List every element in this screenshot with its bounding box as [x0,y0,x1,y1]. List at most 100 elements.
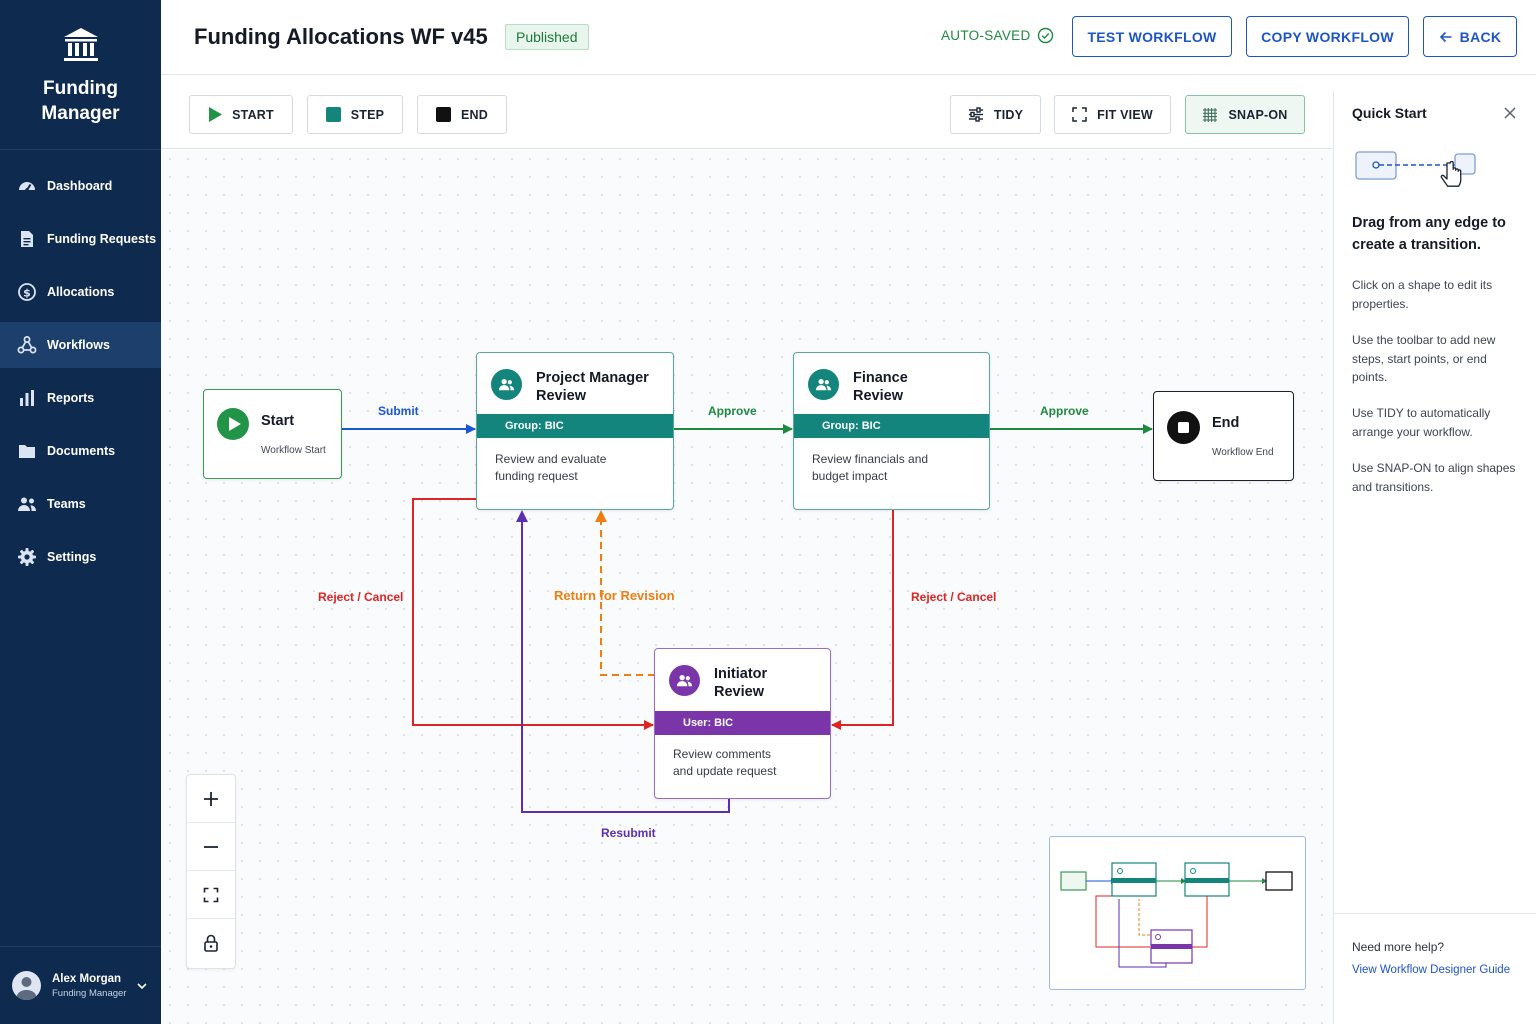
toolbar: START STEP END TIDY FIT VIEW SNAP-ON [161,76,1333,149]
dashboard-gauge-icon [19,182,35,192]
minimap[interactable] [1049,836,1306,990]
sidebar-item-label: Funding Requests [47,232,157,246]
header: Funding Allocations WF v45 Published AUT… [161,0,1536,75]
workflow-canvas[interactable]: Submit Approve Approve Reject / Cancel R… [161,150,1333,1024]
user-people-icon [669,665,700,696]
fit-view-corners-icon [1072,107,1087,122]
add-end-button[interactable]: END [417,95,507,134]
step-assignee-band: Group: BIC [477,414,673,438]
add-start-button[interactable]: START [189,95,293,134]
approve-label-1: Approve [708,404,757,418]
sliders-icon [968,107,983,122]
tidy-label: TIDY [993,107,1024,122]
sidebar-item-allocations[interactable]: $ Allocations [0,269,161,315]
svg-text:$: $ [23,286,31,299]
minimap-preview [1060,862,1293,968]
submit-label: Submit [378,404,419,418]
zoom-in-button[interactable] [187,775,235,823]
quick-start-tip: Use TIDY to automatically arrange your w… [1352,406,1491,439]
step-title: Project Manager Review [536,370,649,404]
back-button-label: BACK [1459,28,1502,45]
designer-guide-link[interactable]: View Workflow Designer Guide [1352,964,1510,976]
step-node-project-manager-review[interactable]: Project Manager Review Group: BIC Review… [476,352,674,510]
sidebar-item-dashboard[interactable]: Dashboard [0,163,161,209]
fit-screen-button[interactable] [187,871,235,919]
step-assignee-band: Group: BIC [794,414,989,438]
back-button[interactable]: BACK [1423,16,1517,57]
drag-transition-illustration [1355,151,1476,187]
add-end-label: END [461,107,488,122]
sidebar-item-teams[interactable]: Teams [0,481,161,527]
start-node-subtitle: Workflow Start [261,445,326,456]
status-badge: Published [505,24,589,50]
brand: Funding Manager [0,0,161,150]
test-workflow-button[interactable]: TEST WORKFLOW [1072,16,1232,57]
reject-transition-left[interactable] [412,498,654,730]
bank-icon [63,28,98,61]
group-people-icon [808,369,839,400]
page-title: Funding Allocations WF v45 [194,24,488,49]
minus-icon [204,845,218,848]
zoom-out-button[interactable] [187,823,235,871]
sidebar-item-label: Reports [47,391,95,405]
chevron-down-icon[interactable] [136,980,148,992]
document-icon [21,231,33,247]
sidebar-item-label: Documents [47,444,116,458]
quick-start-heading: Drag from any edge to create a transitio… [1352,215,1506,253]
fit-view-label: FIT VIEW [1097,107,1153,122]
folder-icon [19,445,35,458]
reject-label-left: Reject / Cancel [318,590,404,604]
quick-start-panel: Quick Start Drag from any edge to create… [1333,91,1536,1024]
sidebar-item-settings[interactable]: Settings [0,534,161,580]
reject-label-right: Reject / Cancel [911,590,997,604]
tidy-button[interactable]: TIDY [950,95,1041,134]
grid-snap-icon [1203,107,1218,122]
sidebar-item-label: Workflows [47,338,110,352]
user-menu[interactable]: Alex Morgan Funding Manager [0,946,161,1024]
sidebar-item-label: Settings [47,550,97,564]
sidebar-item-reports[interactable]: Reports [0,375,161,421]
start-node[interactable]: Start Workflow Start [203,389,342,479]
sidebar-item-label: Allocations [47,285,115,299]
play-circle-icon [217,408,249,440]
quick-start-footer: Need more help? View Workflow Designer G… [1334,913,1536,1024]
step-node-initiator-review[interactable]: Initiator Review User: BIC Review commen… [654,648,831,799]
quick-start-title: Quick Start [1352,105,1427,121]
zoom-controls [186,774,236,969]
approve-label-2: Approve [1040,404,1089,418]
sidebar-item-documents[interactable]: Documents [0,428,161,474]
add-start-label: START [232,107,274,122]
gear-icon [18,548,36,566]
stop-circle-icon [1167,411,1200,444]
step-node-finance-review[interactable]: Finance Review Group: BIC Review financi… [793,352,990,510]
avatar [12,971,41,1000]
lock-canvas-button[interactable] [187,919,235,967]
fit-view-corners-icon [203,887,219,902]
dollar-circle-icon: $ [18,283,36,301]
lock-icon [204,934,218,952]
step-assignee-band: User: BIC [655,711,830,735]
end-node-subtitle: Workflow End [1212,447,1274,458]
sidebar-item-workflows[interactable]: Workflows [0,322,161,368]
add-step-button[interactable]: STEP [307,95,403,134]
snap-on-button[interactable]: SNAP-ON [1185,95,1305,134]
sidebar-item-funding-requests[interactable]: Funding Requests [0,216,161,262]
app-name: Funding Manager [41,78,120,124]
end-node[interactable]: End Workflow End [1153,391,1294,481]
sidebar-item-label: Teams [47,497,86,511]
arrow-left-icon [1439,31,1452,42]
step-title: Initiator Review [714,666,768,700]
reject-transition-right[interactable] [831,510,894,730]
snap-on-label: SNAP-ON [1228,107,1288,122]
autosave-status: AUTO-SAVED [941,27,1054,44]
sidebar-nav: Dashboard Funding Requests $ Allocations… [0,163,161,580]
close-icon[interactable] [1502,105,1518,121]
step-description: Review and evaluate funding request [495,452,607,483]
quick-start-tip: Use the toolbar to add new steps, start … [1352,333,1496,384]
copy-workflow-button[interactable]: COPY WORKFLOW [1246,16,1409,57]
user-avatar-icon [16,977,37,1000]
resubmit-label: Resubmit [601,826,656,840]
fit-view-button[interactable]: FIT VIEW [1054,95,1171,134]
step-description: Review comments and update request [673,747,777,778]
quick-start-tip: Use SNAP-ON to align shapes and transiti… [1352,461,1516,494]
